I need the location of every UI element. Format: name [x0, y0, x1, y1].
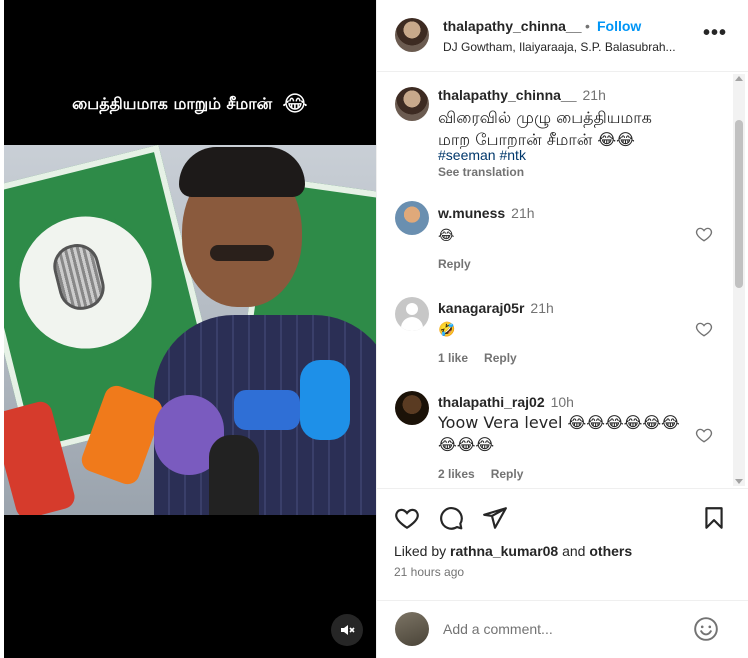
- speaker-hair: [179, 147, 305, 197]
- post-timestamp[interactable]: 21 hours ago: [394, 565, 464, 579]
- post-dialog: பைத்தியமாக மாறும் சீமான் 😂 thalapathy_ch…: [0, 0, 748, 658]
- video-caption-text: பைத்தியமாக மாறும் சீமான்: [72, 94, 273, 113]
- liked-by-summary: Liked by rathna_kumar08 and others: [394, 543, 632, 559]
- comments-list[interactable]: thalapathy_chinna__ 21h விரைவில் முழு பைத…: [377, 73, 741, 487]
- post-side-panel: thalapathy_chinna__ • Follow DJ Gowtham,…: [376, 0, 748, 658]
- current-user-avatar: [395, 612, 429, 646]
- like-comment-heart-icon[interactable]: [695, 225, 713, 243]
- laughing-emoji: 😂: [282, 92, 308, 117]
- comment-time: 21h: [530, 300, 554, 316]
- post-actions: Liked by rathna_kumar08 and others 21 ho…: [377, 488, 748, 600]
- post-video[interactable]: பைத்தியமாக மாறும் சீமான் 😂: [4, 0, 376, 658]
- speaker-muted-icon: [341, 625, 355, 635]
- commenter-username[interactable]: thalapathi_raj02 10h: [438, 394, 574, 410]
- add-comment-input[interactable]: [443, 619, 683, 639]
- caption-time: 21h: [582, 87, 606, 103]
- reply-button[interactable]: Reply: [484, 351, 517, 365]
- speaker-mustache: [210, 245, 274, 261]
- like-comment-heart-icon[interactable]: [695, 426, 713, 444]
- comment-item: thalapathi_raj02 10h Yoow Vera level 😂😂😂😂…: [377, 385, 741, 485]
- reply-button[interactable]: Reply: [491, 467, 524, 481]
- commenter-username[interactable]: w.muness 21h: [438, 205, 535, 221]
- see-translation-link[interactable]: See translation: [438, 165, 524, 179]
- commenter-username-text[interactable]: kanagaraj05r: [438, 300, 524, 316]
- reply-button[interactable]: Reply: [438, 257, 471, 271]
- comment-bubble-icon[interactable]: [438, 505, 464, 531]
- press-mic: [300, 360, 350, 440]
- comment-time: 10h: [550, 394, 574, 410]
- caption-hashtags[interactable]: #seeman #ntk: [438, 147, 526, 163]
- scrollbar-thumb[interactable]: [735, 120, 743, 288]
- post-header: thalapathy_chinna__ • Follow DJ Gowtham,…: [377, 0, 748, 72]
- comment-meta: 1 like Reply: [438, 351, 517, 365]
- commenter-username-text[interactable]: w.muness: [438, 205, 505, 221]
- comment-item: kanagaraj05r 21h 🤣 1 like Reply: [377, 291, 741, 371]
- author-username[interactable]: thalapathy_chinna__: [443, 18, 582, 34]
- caption-avatar[interactable]: [395, 87, 429, 121]
- scroll-up-arrow-icon[interactable]: [735, 76, 743, 81]
- emoji-picker-icon[interactable]: [693, 616, 719, 642]
- liked-by-label: Liked by: [394, 543, 447, 559]
- comment-text: 🤣: [438, 322, 456, 338]
- mute-toggle-button[interactable]: [331, 614, 363, 646]
- caption-username[interactable]: thalapathy_chinna__ 21h: [438, 87, 606, 103]
- header-separator: •: [585, 18, 590, 34]
- comment-meta: Reply: [438, 257, 471, 271]
- scroll-down-arrow-icon[interactable]: [735, 479, 743, 484]
- comment-text: Yoow Vera level 😂😂😂😂😂😂😂😂😂: [438, 413, 680, 454]
- like-comment-heart-icon[interactable]: [695, 320, 713, 338]
- audio-credit[interactable]: DJ Gowtham, Ilaiyaraaja, S.P. Balasubrah…: [443, 40, 693, 54]
- comment-likes-count[interactable]: 1 like: [438, 351, 468, 365]
- comment-text: 😂: [438, 228, 455, 244]
- video-caption-overlay: பைத்தியமாக மாறும் சீமான் 😂: [4, 92, 376, 117]
- comment-likes-count[interactable]: 2 likes: [438, 467, 475, 481]
- liked-by-others-link[interactable]: others: [589, 543, 632, 559]
- press-mic: [234, 390, 300, 430]
- comment-item: w.muness 21h 😂 Reply: [377, 197, 741, 277]
- share-paper-plane-icon[interactable]: [482, 505, 508, 531]
- commenter-avatar[interactable]: [395, 391, 429, 425]
- commenter-avatar[interactable]: [395, 201, 429, 235]
- comment-time: 21h: [511, 205, 535, 221]
- commenter-username[interactable]: kanagaraj05r 21h: [438, 300, 554, 316]
- post-caption: thalapathy_chinna__ 21h விரைவில் முழு பைத…: [377, 73, 741, 183]
- add-comment-bar: [377, 600, 748, 658]
- more-options-icon[interactable]: •••: [703, 22, 727, 45]
- press-mic: [209, 435, 259, 515]
- commenter-username-text[interactable]: thalapathi_raj02: [438, 394, 545, 410]
- follow-button[interactable]: Follow: [597, 18, 641, 34]
- liked-and-label: and: [562, 543, 586, 559]
- video-frame[interactable]: [4, 145, 376, 515]
- commenter-avatar[interactable]: [395, 297, 429, 331]
- comment-meta: 2 likes Reply: [438, 467, 523, 481]
- like-heart-icon[interactable]: [394, 505, 420, 531]
- caption-text: விரைவில் முழு பைத்தியமாக மாற போறான் சீமா…: [438, 108, 652, 149]
- save-bookmark-icon[interactable]: [701, 505, 727, 531]
- liked-by-user-link[interactable]: rathna_kumar08: [450, 543, 558, 559]
- comments-scrollbar[interactable]: [733, 74, 745, 486]
- caption-username-text[interactable]: thalapathy_chinna__: [438, 87, 577, 103]
- author-avatar[interactable]: [395, 18, 429, 52]
